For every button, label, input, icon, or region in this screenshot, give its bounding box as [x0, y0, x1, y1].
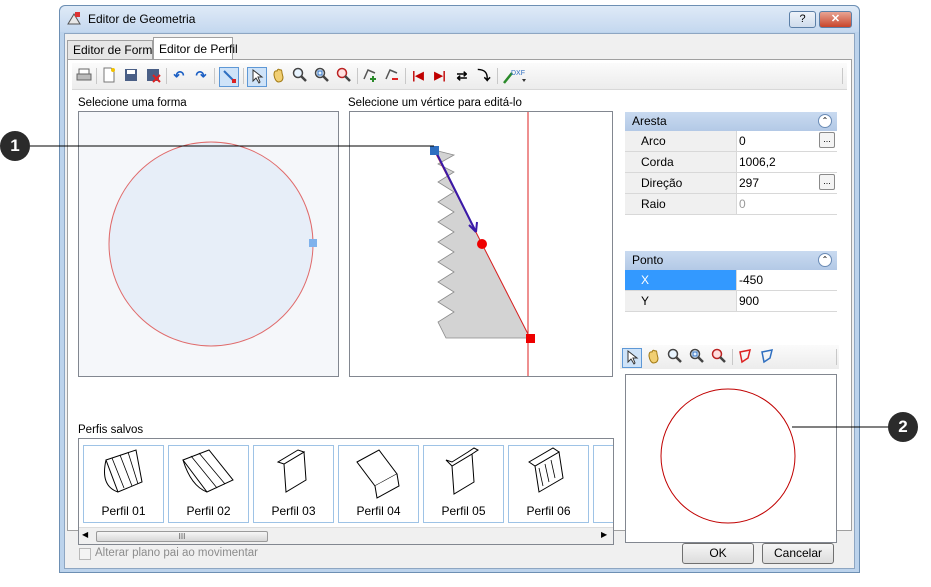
- callout-1: 1: [0, 131, 30, 161]
- callout-2: 2: [888, 412, 918, 442]
- callout-leaders: [30, 145, 890, 428]
